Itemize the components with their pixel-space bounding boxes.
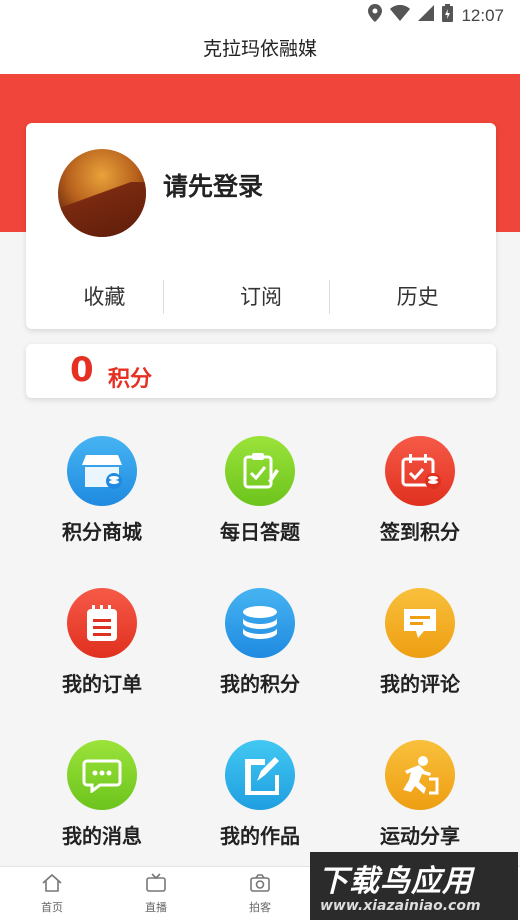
- points-card[interactable]: 0 积分: [26, 344, 496, 398]
- sport-icon: [385, 740, 455, 810]
- nav-live-label: 直播: [145, 901, 167, 914]
- battery-icon: [442, 4, 454, 27]
- store-icon: [67, 436, 137, 506]
- watermark: 下载鸟应用 www.xiazainiao.com: [310, 852, 518, 920]
- tab-subscriptions[interactable]: 订阅: [183, 278, 340, 316]
- nav-home-label: 首页: [41, 901, 63, 914]
- profile-tabs: 收藏 订阅 历史: [26, 278, 496, 316]
- quiz-icon: [225, 436, 295, 506]
- home-icon: [42, 873, 62, 892]
- wifi-icon: [390, 5, 411, 26]
- watermark-title: 下载鸟应用: [318, 864, 473, 899]
- avatar[interactable]: [58, 149, 146, 237]
- feature-sport-share[interactable]: 运动分享: [350, 740, 490, 849]
- tab-history[interactable]: 历史: [339, 278, 496, 316]
- feature-my-points[interactable]: 我的积分: [190, 588, 330, 697]
- tv-icon: [146, 873, 166, 892]
- feature-label: 我的评论: [380, 672, 460, 696]
- order-icon: [67, 588, 137, 658]
- profile-card: 请先登录 收藏 订阅 历史: [26, 123, 496, 329]
- comment-icon: [385, 588, 455, 658]
- feature-points-mall[interactable]: 积分商城: [32, 436, 172, 545]
- points-value: 0: [70, 350, 94, 390]
- nav-home[interactable]: 首页: [22, 873, 82, 915]
- nav-paike[interactable]: 拍客: [230, 873, 290, 915]
- nav-live[interactable]: 直播: [126, 873, 186, 915]
- feature-my-works[interactable]: 我的作品: [190, 740, 330, 849]
- checkin-icon: [385, 436, 455, 506]
- tab-favorites[interactable]: 收藏: [26, 278, 183, 316]
- feature-label: 我的作品: [220, 824, 300, 848]
- feature-label: 我的积分: [220, 672, 300, 696]
- feature-daily-quiz[interactable]: 每日答题: [190, 436, 330, 545]
- signal-icon: [418, 5, 435, 26]
- location-icon: [368, 4, 383, 27]
- points-label: 积分: [108, 367, 153, 392]
- feature-my-messages[interactable]: 我的消息: [32, 740, 172, 849]
- feature-label: 每日答题: [220, 520, 300, 544]
- feature-checkin-points[interactable]: 签到积分: [350, 436, 490, 545]
- feature-label: 运动分享: [380, 824, 460, 848]
- login-prompt[interactable]: 请先登录: [163, 167, 263, 203]
- feature-label: 我的订单: [62, 672, 142, 696]
- feature-my-orders[interactable]: 我的订单: [32, 588, 172, 697]
- page-title: 克拉玛依融媒: [0, 28, 520, 74]
- camera-icon: [250, 874, 270, 892]
- feature-label: 我的消息: [62, 824, 142, 848]
- message-icon: [67, 740, 137, 810]
- status-bar: 12:07: [0, 0, 520, 28]
- nav-paike-label: 拍客: [249, 901, 271, 914]
- status-time: 12:07: [461, 5, 504, 25]
- watermark-url: www.xiazainiao.com: [320, 898, 481, 914]
- divider: [329, 280, 330, 314]
- works-icon: [225, 740, 295, 810]
- feature-label: 签到积分: [380, 520, 460, 544]
- feature-my-comments[interactable]: 我的评论: [350, 588, 490, 697]
- coins-icon: [225, 588, 295, 658]
- feature-label: 积分商城: [62, 520, 142, 544]
- divider: [163, 280, 164, 314]
